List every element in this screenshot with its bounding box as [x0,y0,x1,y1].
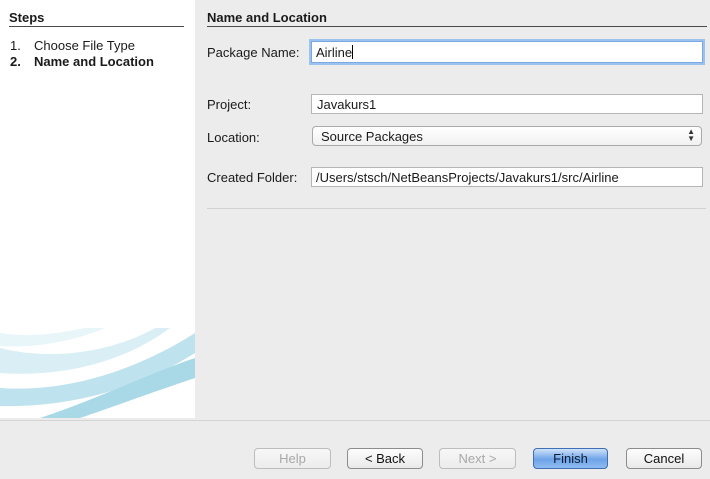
back-button[interactable]: < Back [347,448,423,469]
package-name-label: Package Name: [207,45,300,60]
step-name-and-location: 2. Name and Location [10,54,154,69]
step-label: Choose File Type [34,38,135,53]
finish-button[interactable]: Finish [533,448,608,469]
step-choose-file-type: 1. Choose File Type [10,38,135,53]
steps-sidebar: Steps 1. Choose File Type 2. Name and Loca… [0,0,195,418]
project-label: Project: [207,97,252,112]
package-name-input[interactable]: Airline [311,41,703,63]
step-number: 1. [10,38,21,53]
project-field[interactable]: Javakurs1 [311,94,703,114]
location-selected-value: Source Packages [321,129,423,144]
step-number: 2. [10,54,21,69]
panel-title: Name and Location [207,10,707,27]
step-label: Name and Location [34,54,154,69]
steps-heading: Steps [9,10,184,27]
help-button[interactable]: Help [254,448,331,469]
next-button[interactable]: Next > [439,448,516,469]
location-label: Location: [207,130,260,145]
cancel-button[interactable]: Cancel [626,448,702,469]
form-separator [207,208,706,209]
decorative-swoosh-image [0,328,195,418]
select-arrows-icon: ▲ ▼ [687,127,695,143]
package-name-value: Airline [316,45,353,60]
created-folder-field[interactable]: /Users/stsch/NetBeansProjects/Javakurs1/… [311,167,703,187]
location-select[interactable]: Source Packages ▲ ▼ [312,126,702,146]
created-folder-label: Created Folder: [207,170,298,185]
button-bar-separator [0,420,710,421]
text-caret [352,45,354,59]
